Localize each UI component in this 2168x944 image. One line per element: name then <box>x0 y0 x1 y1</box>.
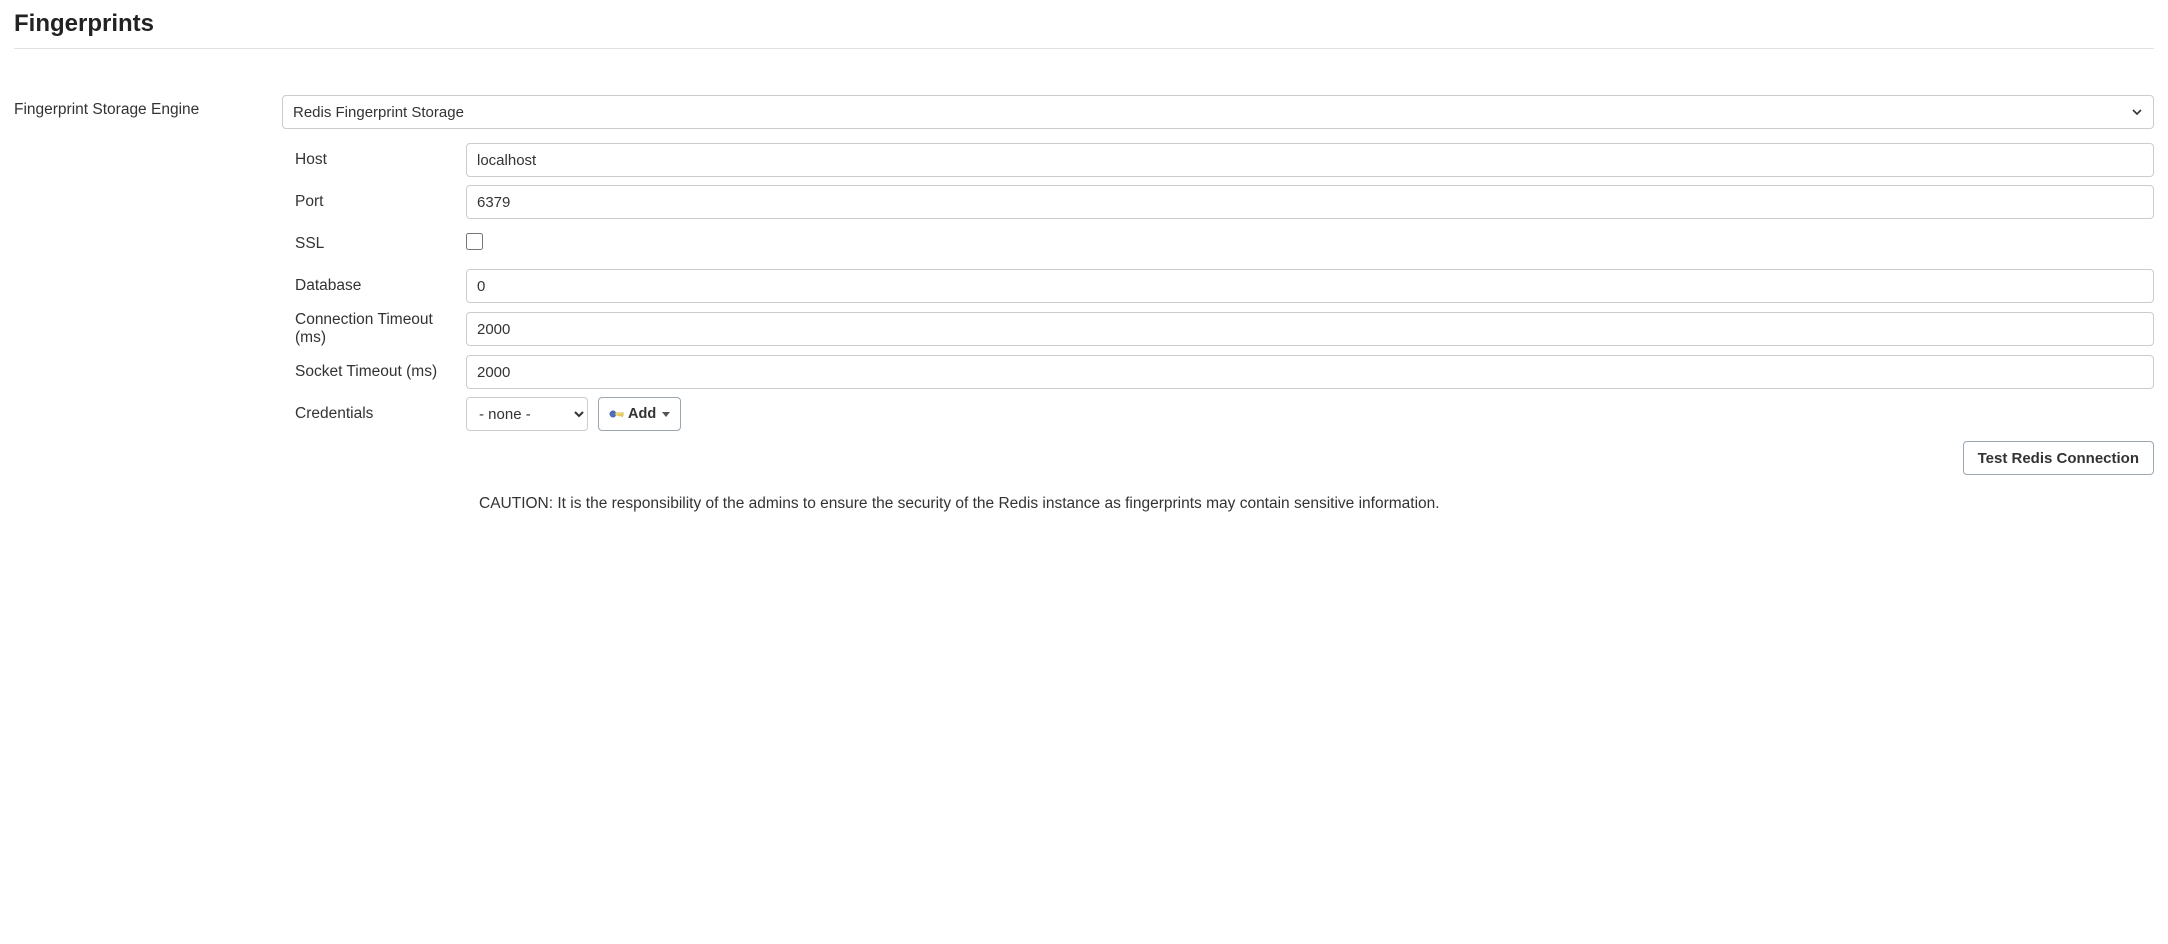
engine-label: Fingerprint Storage Engine <box>14 95 282 119</box>
host-row: Host <box>295 143 2154 177</box>
conn-timeout-row: Connection Timeout (ms) <box>295 311 2154 347</box>
credentials-row: Credentials - none - Add <box>295 397 2154 431</box>
port-input[interactable] <box>466 185 2154 219</box>
caution-text: CAUTION: It is the responsibility of the… <box>295 493 2154 515</box>
section-title: Fingerprints <box>14 10 2154 49</box>
conn-timeout-input[interactable] <box>466 312 2154 346</box>
credentials-label: Credentials <box>295 405 466 423</box>
port-row: Port <box>295 185 2154 219</box>
database-input[interactable] <box>466 269 2154 303</box>
socket-timeout-row: Socket Timeout (ms) <box>295 355 2154 389</box>
add-label: Add <box>628 406 656 422</box>
ssl-checkbox[interactable] <box>466 233 483 250</box>
engine-sub-fields: Host Port SSL Database <box>282 129 2154 515</box>
ssl-label: SSL <box>295 235 466 253</box>
socket-timeout-input[interactable] <box>466 355 2154 389</box>
credentials-select[interactable]: - none - <box>466 397 588 431</box>
test-connection-button[interactable]: Test Redis Connection <box>1963 441 2154 475</box>
host-label: Host <box>295 151 466 169</box>
port-label: Port <box>295 193 466 211</box>
ssl-row: SSL <box>295 227 2154 261</box>
database-label: Database <box>295 277 466 295</box>
action-row: Test Redis Connection <box>295 441 2154 475</box>
key-icon <box>609 408 625 420</box>
engine-select[interactable]: Redis Fingerprint Storage <box>282 95 2154 129</box>
socket-timeout-label: Socket Timeout (ms) <box>295 363 466 381</box>
engine-row: Fingerprint Storage Engine Redis Fingerp… <box>14 95 2154 515</box>
add-credentials-button[interactable]: Add <box>598 397 681 431</box>
database-row: Database <box>295 269 2154 303</box>
conn-timeout-label: Connection Timeout (ms) <box>295 311 466 347</box>
host-input[interactable] <box>466 143 2154 177</box>
chevron-down-icon <box>662 412 670 417</box>
